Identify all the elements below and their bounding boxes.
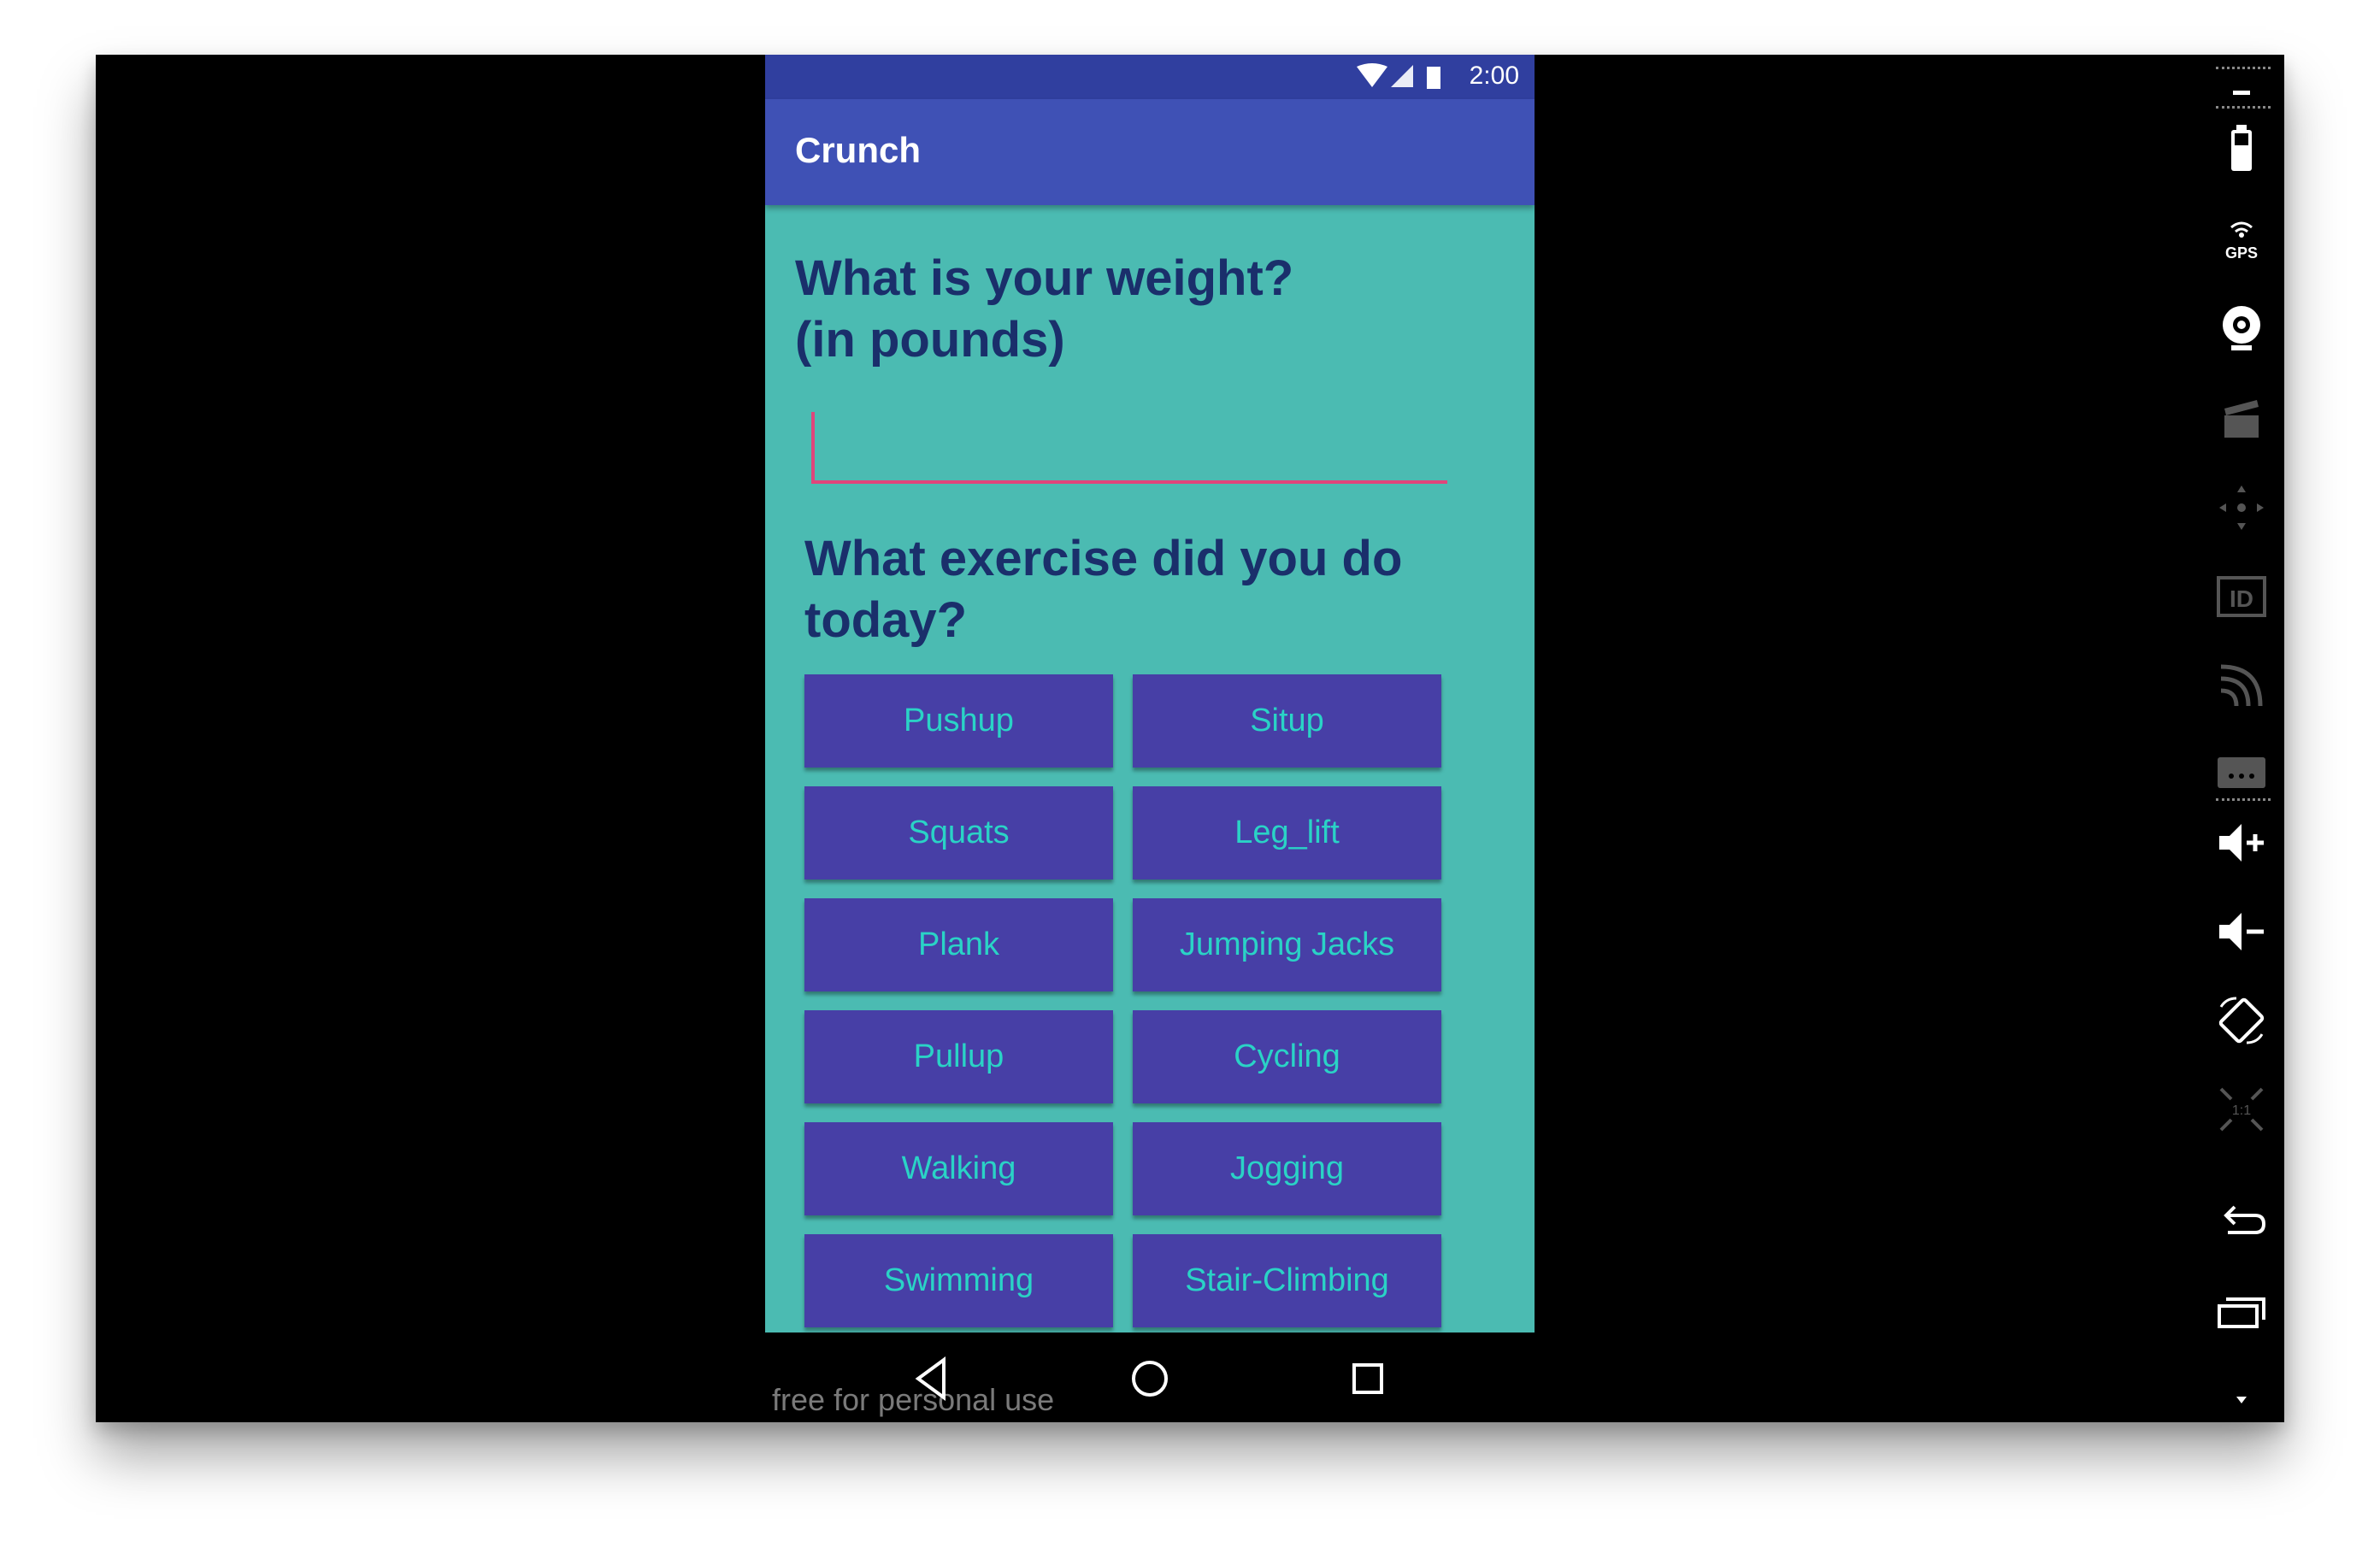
wifi-icon <box>1357 63 1387 87</box>
exercise-button-squats[interactable]: Squats <box>804 786 1113 880</box>
exercise-button-cycling[interactable]: Cycling <box>1133 1010 1441 1103</box>
dpad-icon[interactable] <box>2216 482 2267 533</box>
back-icon[interactable] <box>2216 1198 2267 1250</box>
exercise-button-stair-climbing[interactable]: Stair-Climbing <box>1133 1234 1441 1327</box>
exercise-button-jogging[interactable]: Jogging <box>1133 1122 1441 1215</box>
exercise-button-pushup[interactable]: Pushup <box>804 674 1113 768</box>
exercise-question: What exercise did you do today? <box>804 531 1403 648</box>
exercise-button-swimming[interactable]: Swimming <box>804 1234 1113 1327</box>
more-icon[interactable] <box>2216 747 2267 798</box>
divider <box>2216 67 2271 69</box>
power-icon[interactable] <box>2216 80 2267 106</box>
status-time: 2:00 <box>1469 62 1519 90</box>
back-icon[interactable] <box>906 1353 957 1404</box>
exercise-button-plank[interactable]: Plank <box>804 898 1113 991</box>
gps-icon[interactable]: GPS <box>2216 214 2267 265</box>
text-cursor <box>811 412 815 484</box>
battery-icon[interactable] <box>2216 123 2267 174</box>
exercise-button-grid: Pushup Situp Squats Leg_lift Plank Jumpi… <box>804 674 1441 1327</box>
exercise-button-leg-lift[interactable]: Leg_lift <box>1133 786 1441 880</box>
status-bar: 2:00 <box>765 55 1535 99</box>
recents-icon[interactable] <box>1342 1353 1393 1404</box>
exercise-button-jumping-jacks[interactable]: Jumping Jacks <box>1133 898 1441 991</box>
exercise-button-situp[interactable]: Situp <box>1133 674 1441 768</box>
status-icons <box>1357 63 1440 89</box>
weight-input[interactable] <box>811 412 1447 484</box>
svg-text:ID: ID <box>2230 585 2253 612</box>
exercise-button-pullup[interactable]: Pullup <box>804 1010 1113 1103</box>
volume-down-icon[interactable] <box>2216 906 2267 957</box>
emulator-window: 2:00 Crunch What is your weight? (in pou… <box>96 55 2284 1422</box>
volume-up-icon[interactable] <box>2216 817 2267 868</box>
exercise-button-walking[interactable]: Walking <box>804 1122 1113 1215</box>
emulator-toolbar: GPS ID 1:1 <box>2199 55 2284 1422</box>
svg-text:GPS: GPS <box>2225 244 2258 262</box>
camera-icon[interactable] <box>2216 303 2267 354</box>
scale-icon[interactable]: 1:1 <box>2216 1084 2267 1135</box>
divider <box>2216 106 2271 109</box>
rotate-icon[interactable] <box>2216 995 2267 1046</box>
navigation-bar: free for personal use <box>765 1333 1535 1422</box>
signal-icon <box>1391 65 1413 87</box>
screen-record-icon[interactable] <box>2216 393 2267 444</box>
svg-text:1:1: 1:1 <box>2232 1103 2251 1118</box>
battery-icon <box>1427 67 1440 89</box>
phone-screen: 2:00 Crunch What is your weight? (in pou… <box>765 55 1535 1333</box>
id-icon[interactable]: ID <box>2216 571 2267 622</box>
recents-icon[interactable] <box>2216 1285 2267 1337</box>
app-bar: Crunch <box>765 99 1535 205</box>
home-icon[interactable] <box>1124 1353 1175 1404</box>
cast-icon[interactable] <box>2216 660 2267 711</box>
weight-question: What is your weight? (in pounds) <box>795 250 1294 368</box>
chevron-down-icon[interactable] <box>2216 1388 2267 1414</box>
divider <box>2216 798 2271 801</box>
app-title: Crunch <box>795 130 921 170</box>
